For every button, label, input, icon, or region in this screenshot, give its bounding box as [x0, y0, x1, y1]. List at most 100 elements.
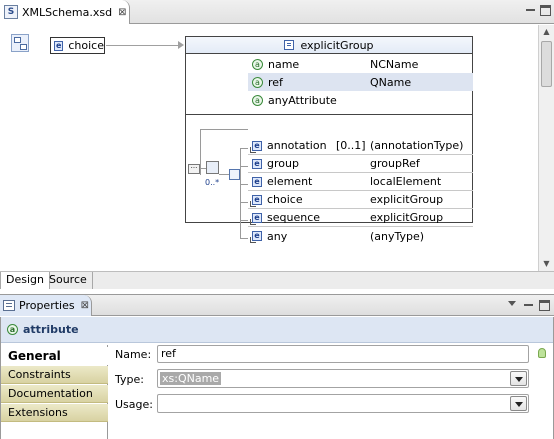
particle-row-annotation[interactable]: e annotation [0..1] (annotationType) [248, 137, 473, 155]
choice-compositor-icon[interactable] [229, 169, 240, 180]
explicit-group-box[interactable]: explicitGroup a name NCName a ref QName … [185, 36, 473, 243]
tab-design[interactable]: Design [0, 272, 50, 289]
attribute-name: anyAttribute [268, 93, 337, 107]
general-form: Name: ref Type: xs:QName Usage: [109, 345, 553, 439]
maximize-icon[interactable] [539, 300, 550, 311]
particle-row-sequence[interactable]: e sequence explicitGroup [248, 209, 473, 227]
back-to-schema-icon[interactable] [11, 34, 29, 52]
maximize-icon[interactable] [540, 5, 551, 16]
property-categories: General Constraints Documentation Extens… [1, 345, 108, 439]
design-canvas[interactable]: e choice explicitGroup a name NCName a r… [0, 25, 538, 271]
particle-occurrence: [0..1] [336, 139, 366, 152]
group-title: explicitGroup [300, 38, 374, 52]
type-value: xs:QName [160, 372, 222, 385]
chevron-down-icon[interactable] [510, 371, 527, 386]
scroll-down-icon[interactable]: ▼ [539, 257, 554, 271]
element-ref-icon: e [250, 212, 262, 225]
particle-type: groupRef [370, 157, 420, 170]
close-icon[interactable]: ⊠ [81, 300, 89, 311]
chevron-down-icon[interactable] [510, 396, 527, 411]
element-ref-icon: e [250, 231, 262, 243]
particle-type: explicitGroup [370, 193, 444, 206]
particle-name: any [267, 229, 288, 243]
type-combo[interactable]: xs:QName [157, 369, 529, 388]
xsd-file-icon: S [4, 5, 18, 19]
group-header[interactable]: explicitGroup [186, 37, 472, 54]
element-icon: e [54, 40, 64, 51]
attribute-row-name[interactable]: a name NCName [248, 55, 473, 73]
particle-name: sequence [267, 211, 321, 224]
properties-header: a attribute [1, 317, 553, 343]
lightbulb-icon[interactable] [538, 348, 546, 358]
category-documentation[interactable]: Documentation [1, 385, 108, 403]
choice-element-box[interactable]: e choice [50, 37, 105, 54]
element-icon: e [252, 158, 262, 169]
tree-line [240, 166, 248, 167]
tree-line [240, 148, 248, 149]
attribute-icon: a [252, 58, 263, 70]
name-field[interactable]: ref [157, 345, 529, 363]
tree-line [240, 202, 248, 203]
attribute-row-anyattribute[interactable]: a anyAttribute [248, 91, 473, 109]
category-extensions[interactable]: Extensions [1, 404, 108, 422]
particle-name: group [267, 157, 299, 170]
particle-type: (anyType) [370, 229, 425, 243]
editor-tab-label: XMLSchema.xsd [22, 5, 113, 19]
particle-name: annotation [267, 139, 327, 152]
type-label: Type: [115, 373, 144, 386]
particle-type: (annotationType) [370, 139, 464, 152]
particle-name: choice [267, 193, 303, 206]
name-label: Name: [115, 348, 152, 361]
attribute-icon: a [252, 76, 263, 88]
particle-row-choice[interactable]: e choice explicitGroup [248, 191, 473, 209]
any-attribute-icon: a [252, 94, 263, 106]
properties-title: attribute [23, 323, 79, 336]
element-ref-icon: e [250, 194, 262, 207]
complex-type-icon [284, 40, 295, 50]
particle-row-group[interactable]: e group groupRef [248, 155, 473, 173]
category-general[interactable]: General [1, 347, 108, 365]
attribute-icon: a [7, 324, 18, 335]
attribute-type: QName [370, 75, 412, 89]
editor-page-tabs: Design Source [0, 271, 554, 289]
minimize-icon[interactable] [524, 300, 533, 306]
connector-arrow-icon [178, 41, 184, 49]
attribute-name: ref [268, 75, 283, 89]
attribute-type: NCName [370, 57, 419, 71]
tree-line [240, 220, 248, 221]
usage-label: Usage: [115, 398, 153, 411]
tree-line [240, 184, 248, 185]
particle-type: localElement [370, 175, 442, 188]
tree-line [200, 129, 248, 130]
close-icon[interactable]: ⊠ [118, 7, 126, 18]
usage-combo[interactable] [157, 394, 529, 413]
minimize-icon[interactable] [526, 5, 535, 11]
editor-tab-bar: S XMLSchema.xsd ⊠ [0, 0, 554, 24]
attribute-name: name [268, 57, 300, 71]
properties-tab[interactable]: Properties ⊠ [0, 295, 92, 316]
particle-row-any[interactable]: e any (anyType) [248, 227, 473, 245]
tab-source[interactable]: Source [44, 272, 93, 289]
scroll-up-icon[interactable]: ▲ [539, 25, 554, 39]
properties-icon [3, 300, 15, 311]
tree-line [240, 238, 248, 239]
tree-line [240, 148, 241, 238]
editor-tab-xmlschema[interactable]: S XMLSchema.xsd ⊠ [0, 0, 130, 24]
choice-node-icon[interactable] [206, 161, 219, 174]
vertical-scrollbar[interactable]: ▲ ▼ [538, 25, 554, 271]
particle-row-element[interactable]: e element localElement [248, 173, 473, 191]
sequence-node-icon[interactable]: ··· [188, 164, 200, 174]
view-menu-icon[interactable] [508, 301, 516, 306]
particle-type: explicitGroup [370, 211, 444, 224]
element-icon: e [252, 176, 262, 187]
choice-label: choice [68, 39, 104, 52]
scroll-thumb[interactable] [541, 41, 552, 87]
connector-line [106, 45, 180, 46]
properties-tab-bar: Properties ⊠ [0, 294, 554, 316]
element-ref-icon: e [250, 140, 262, 153]
attribute-row-ref[interactable]: a ref QName [248, 73, 473, 91]
properties-tab-label: Properties [19, 299, 75, 312]
category-constraints[interactable]: Constraints [1, 366, 108, 384]
particle-name: element [267, 175, 313, 188]
properties-body: a attribute General Constraints Document… [0, 317, 554, 439]
